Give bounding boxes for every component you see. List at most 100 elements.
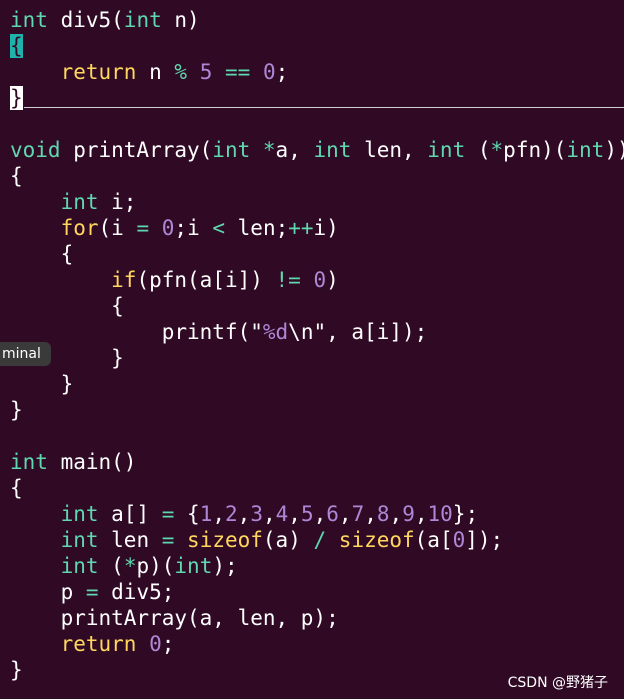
code-token: int xyxy=(10,8,48,32)
code-token: 4 xyxy=(275,502,289,526)
code-token: = xyxy=(136,216,150,240)
code-token: int xyxy=(60,190,99,214)
code-token: (a) xyxy=(262,528,314,552)
code-token: ( xyxy=(98,554,124,578)
code-token: ++ xyxy=(288,216,314,240)
code-token: div5( xyxy=(47,8,124,32)
code-token: % xyxy=(174,60,188,84)
code-token: return xyxy=(60,60,137,84)
code-token: a, xyxy=(275,138,314,162)
code-token: 0 xyxy=(161,216,175,240)
code-token: printArray(a, len, p); xyxy=(10,606,339,630)
text-cursor: } xyxy=(10,86,23,110)
code-line: } xyxy=(10,371,74,397)
code-token: * xyxy=(262,138,276,162)
code-token: n) xyxy=(161,8,200,32)
code-token: int xyxy=(313,138,352,162)
code-token: int xyxy=(212,138,251,162)
code-line: { xyxy=(10,241,74,267)
code-token: ( xyxy=(465,138,491,162)
code-token: 8 xyxy=(376,502,390,526)
code-token: , xyxy=(313,502,327,526)
code-token: ", a[i]); xyxy=(313,320,428,344)
code-token: %d xyxy=(262,320,289,344)
code-token: i; xyxy=(98,190,137,214)
code-token: ;i xyxy=(174,216,213,240)
code-token: 1 xyxy=(199,502,213,526)
code-token: { xyxy=(10,294,124,318)
code-token: n xyxy=(136,60,175,84)
code-token: ; xyxy=(161,632,175,656)
code-line: { xyxy=(10,475,23,501)
code-token: ; xyxy=(275,60,289,84)
code-line: int len = sizeof(a) / sizeof(a[0]); xyxy=(10,527,504,553)
code-line: } xyxy=(10,397,23,423)
code-line: int (*p)(int); xyxy=(10,553,238,579)
code-token: return xyxy=(60,632,137,656)
code-token: } xyxy=(10,372,74,396)
code-token: 5 xyxy=(300,502,314,526)
code-line: return 0; xyxy=(10,631,175,657)
code-token: == xyxy=(225,60,251,84)
code-token: len; xyxy=(225,216,289,240)
code-token: pfn)( xyxy=(503,138,567,162)
code-token: , xyxy=(389,502,403,526)
code-token: (i xyxy=(98,216,137,240)
code-editor[interactable]: int div5(int n){ return n % 5 == 0;} void… xyxy=(0,0,624,699)
code-token: int xyxy=(60,502,99,526)
code-token: { xyxy=(10,242,74,266)
code-line: for(i = 0;i < len;++i) xyxy=(10,215,339,241)
code-token: 0 xyxy=(149,632,162,656)
code-token: 10 xyxy=(427,502,453,526)
code-token: sizeof xyxy=(338,528,415,552)
code-line: printf("%d\n", a[i]); xyxy=(10,319,428,345)
code-token: div5; xyxy=(98,580,175,604)
code-token: { xyxy=(10,476,23,500)
code-token: if xyxy=(111,268,137,292)
code-token: { xyxy=(174,502,200,526)
code-token: int xyxy=(60,528,99,552)
code-token: a[] xyxy=(98,502,162,526)
code-token: (pfn(a[i]) xyxy=(136,268,276,292)
code-token: = xyxy=(161,502,175,526)
code-token: p xyxy=(10,580,86,604)
text-cursor: { xyxy=(10,34,23,58)
code-token: , xyxy=(262,502,276,526)
code-token: , xyxy=(237,502,251,526)
code-token: ); xyxy=(212,554,238,578)
code-token: < xyxy=(212,216,226,240)
code-line: int a[] = {1,2,3,4,5,6,7,8,9,10}; xyxy=(10,501,479,527)
code-token: for xyxy=(60,216,99,240)
code-token: != xyxy=(275,268,301,292)
code-token: p)( xyxy=(136,554,175,578)
code-line: int div5(int n) xyxy=(10,7,200,33)
code-line: { xyxy=(10,33,23,59)
code-line: } xyxy=(10,657,23,683)
code-token: * xyxy=(490,138,504,162)
code-token: printf(" xyxy=(10,320,263,344)
code-token: i) xyxy=(313,216,339,240)
code-line: void printArray(int *a, int len, int (*p… xyxy=(10,137,624,163)
code-line: } xyxy=(10,85,23,111)
code-token: , xyxy=(212,502,225,526)
code-token: len xyxy=(98,528,162,552)
code-token: / xyxy=(313,528,327,552)
code-token: int xyxy=(10,450,48,474)
code-token: 3 xyxy=(250,502,263,526)
code-token: * xyxy=(123,554,137,578)
code-line: { xyxy=(10,293,124,319)
code-token: (a[ xyxy=(414,528,453,552)
code-token: \n xyxy=(288,320,314,344)
code-token: printArray( xyxy=(60,138,213,162)
code-token: int xyxy=(60,554,99,578)
code-token: , xyxy=(338,502,352,526)
